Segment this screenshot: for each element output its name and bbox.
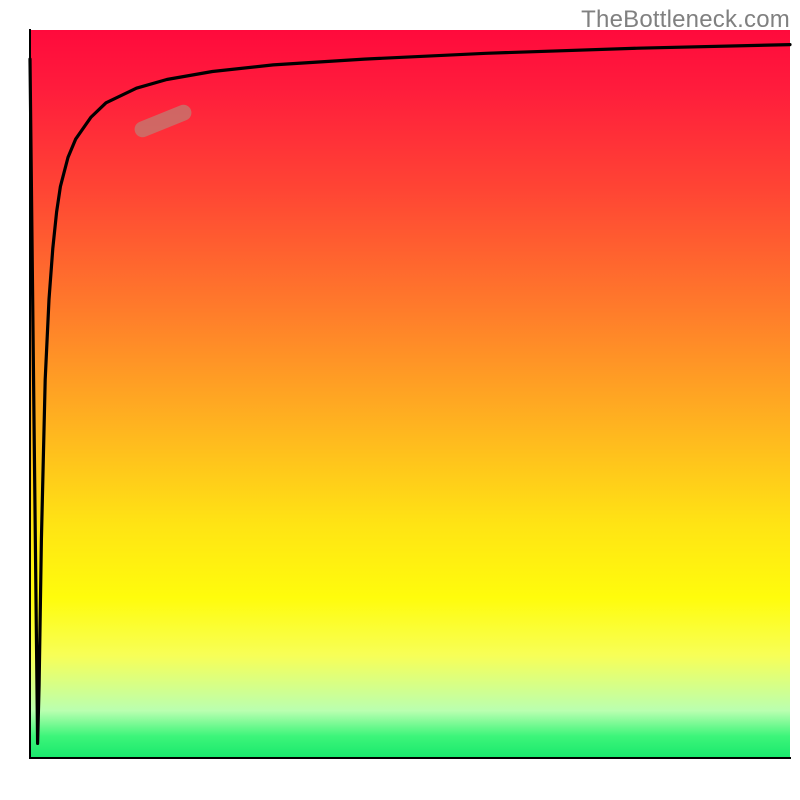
plot-background-gradient [30,30,790,758]
watermark-text: TheBottleneck.com [581,6,790,34]
chart-canvas: TheBottleneck.com [0,0,800,800]
